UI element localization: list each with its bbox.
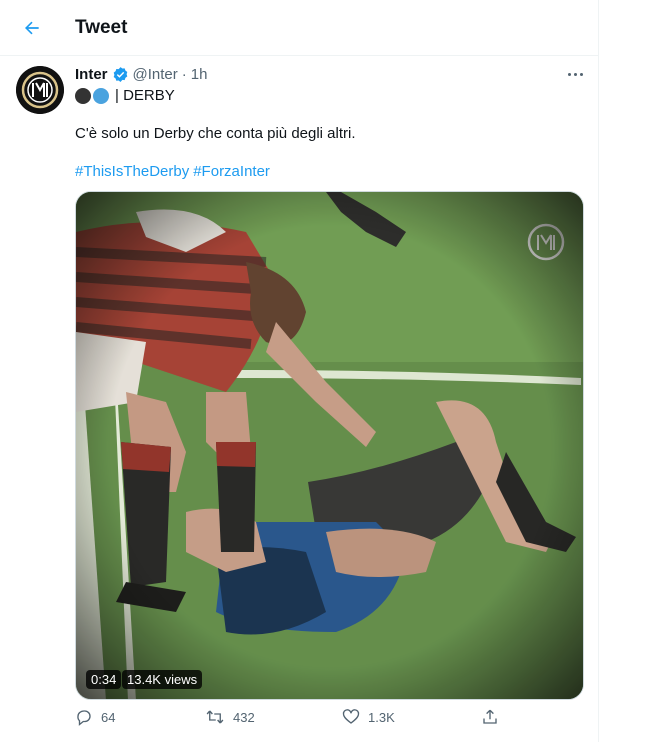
arrow-left-icon <box>25 21 39 35</box>
hashtag-row: #ThisIsTheDerby #ForzaInter <box>75 163 274 180</box>
blue-circle-icon <box>93 87 109 104</box>
hashtag-link[interactable]: #ThisIsTheDerby <box>75 163 189 180</box>
tweet-column: Tweet Inter @Inter · 1h | DERBY C'è solo… <box>0 0 599 742</box>
tweet-time[interactable]: 1h <box>191 66 208 83</box>
reply-count: 64 <box>101 709 116 725</box>
black-circle-icon <box>75 87 91 104</box>
more-dot <box>579 72 583 76</box>
author-bio: | DERBY <box>75 87 175 104</box>
reply-button[interactable]: 64 <box>75 708 115 726</box>
inter-crest-icon <box>16 66 64 114</box>
like-count: 1.3K <box>368 709 395 725</box>
heart-icon <box>342 709 360 724</box>
separator-dot: · <box>181 66 187 83</box>
reply-icon <box>77 710 91 726</box>
retweet-button[interactable]: 432 <box>205 708 255 726</box>
hashtag-link[interactable]: #ForzaInter <box>193 163 270 180</box>
retweet-icon <box>206 710 224 724</box>
author-display-name[interactable]: Inter <box>75 66 108 83</box>
author-handle[interactable]: @Inter <box>133 66 178 83</box>
like-button[interactable]: 1.3K <box>342 708 395 726</box>
bio-text: | DERBY <box>115 87 175 104</box>
tweet-header: Tweet <box>0 0 598 56</box>
video-views: 13.4K views <box>122 670 203 689</box>
avatar[interactable] <box>16 66 64 114</box>
tweet-actions: 64 432 1.3K <box>75 708 515 732</box>
share-icon <box>483 709 497 724</box>
verified-badge-icon <box>113 67 127 82</box>
more-dot <box>573 72 577 76</box>
video-player[interactable]: 0:34 13.4K views <box>75 191 584 700</box>
video-duration: 0:34 <box>86 670 122 689</box>
more-options-button[interactable] <box>563 64 587 84</box>
back-button[interactable] <box>14 10 50 46</box>
retweet-count: 432 <box>233 709 255 725</box>
tweet-text: C'è solo un Derby che conta più degli al… <box>75 125 356 142</box>
video-frame <box>76 192 583 699</box>
share-button[interactable] <box>481 708 507 726</box>
more-dot <box>567 72 571 76</box>
author-row: Inter @Inter · 1h <box>75 66 207 83</box>
page-title: Tweet <box>75 17 128 38</box>
